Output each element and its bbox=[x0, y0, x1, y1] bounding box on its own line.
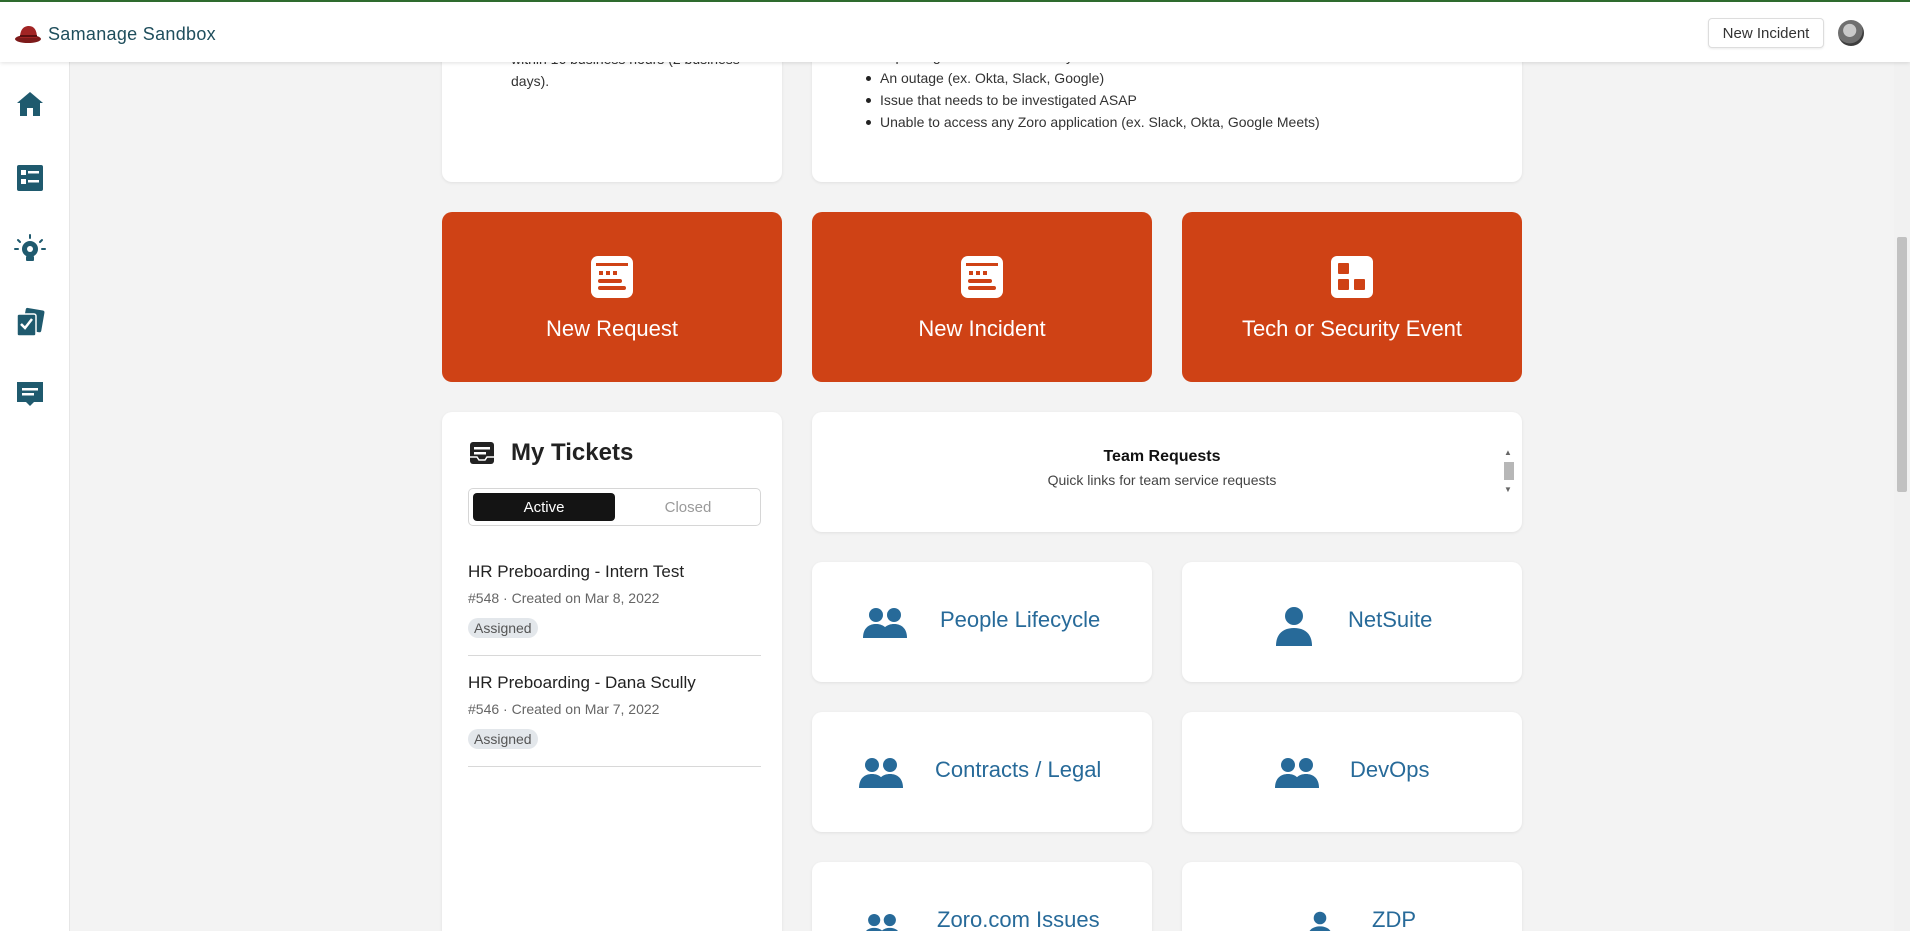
users-icon bbox=[859, 758, 903, 788]
users-icon bbox=[1275, 758, 1319, 788]
home-icon[interactable] bbox=[14, 88, 46, 120]
brand[interactable]: Samanage Sandbox bbox=[14, 23, 216, 45]
criteria-item: Unable to access any Zoro application (e… bbox=[866, 111, 1320, 133]
team-link-devops[interactable]: DevOps bbox=[1182, 712, 1522, 832]
hat-logo-icon bbox=[15, 26, 41, 43]
my-tickets-title: My Tickets bbox=[511, 439, 634, 466]
criteria-item: An outage (ex. Okta, Slack, Google) bbox=[866, 67, 1320, 89]
scroll-up-arrow-icon[interactable]: ▲ bbox=[1504, 448, 1512, 457]
catalog-list-icon[interactable] bbox=[14, 162, 46, 194]
ticket-meta: #546 · Created on Mar 7, 2022 bbox=[468, 701, 660, 717]
tech-security-event-button[interactable]: Tech or Security Event bbox=[1182, 212, 1522, 382]
action-label: Tech or Security Event bbox=[1241, 316, 1463, 341]
ticket-title: HR Preboarding - Dana Scully bbox=[468, 673, 696, 692]
team-link-label: DevOps bbox=[1350, 757, 1430, 782]
grid-icon bbox=[1331, 256, 1373, 298]
form-icon bbox=[961, 256, 1003, 298]
sla-info-line: days). bbox=[511, 73, 550, 89]
criteria-item: Issue that needs to be investigated ASAP bbox=[866, 89, 1320, 111]
scroll-down-arrow-icon[interactable]: ▼ bbox=[1504, 485, 1512, 494]
ticket-item[interactable]: HR Preboarding - Dana Scully #546 · Crea… bbox=[468, 673, 761, 767]
team-link-label: ZDP bbox=[1372, 907, 1416, 931]
team-link-label: Zoro.com Issues bbox=[937, 907, 1100, 931]
new-request-button[interactable]: New Request bbox=[442, 212, 782, 382]
ticket-item[interactable]: HR Preboarding - Intern Test #548 · Crea… bbox=[468, 562, 761, 656]
action-label: New Request bbox=[545, 316, 679, 341]
user-icon bbox=[1276, 607, 1312, 646]
new-incident-button[interactable]: New Incident bbox=[1708, 18, 1824, 48]
ticket-title: HR Preboarding - Intern Test bbox=[468, 562, 685, 581]
team-requests-scrollbar[interactable]: ▲ ▼ bbox=[1502, 448, 1516, 496]
tab-active[interactable]: Active bbox=[473, 493, 615, 521]
sidebar bbox=[0, 62, 70, 931]
scroll-thumb[interactable] bbox=[1504, 462, 1514, 480]
team-link-contracts-legal[interactable]: Contracts / Legal bbox=[812, 712, 1152, 832]
team-link-people-lifecycle[interactable]: People Lifecycle bbox=[812, 562, 1152, 682]
team-link-label: NetSuite bbox=[1348, 607, 1433, 632]
ticket-meta: #548 · Created on Mar 8, 2022 bbox=[468, 590, 660, 606]
tab-closed[interactable]: Closed bbox=[619, 493, 757, 521]
action-label: New Incident bbox=[918, 316, 1046, 341]
user-avatar[interactable] bbox=[1838, 20, 1864, 46]
team-link-zdp[interactable]: ZDP bbox=[1182, 862, 1522, 931]
ticket-status-toggle: Active Closed bbox=[468, 488, 761, 526]
status-badge: Assigned bbox=[468, 729, 538, 749]
page-scrollbar[interactable] bbox=[1894, 62, 1910, 931]
team-link-label: Contracts / Legal bbox=[935, 757, 1102, 782]
team-link-label: People Lifecycle bbox=[940, 607, 1101, 632]
team-link-netsuite[interactable]: NetSuite bbox=[1182, 562, 1522, 682]
page-scroll-thumb[interactable] bbox=[1897, 237, 1907, 492]
inbox-icon bbox=[470, 442, 494, 464]
team-link-zoro-issues[interactable]: Zoro.com Issues bbox=[812, 862, 1152, 931]
app-title: Samanage Sandbox bbox=[48, 23, 216, 44]
lightbulb-icon[interactable] bbox=[14, 234, 46, 266]
team-requests-subtitle: Quick links for team service requests bbox=[1047, 472, 1277, 488]
users-icon bbox=[865, 913, 899, 931]
user-icon bbox=[1309, 911, 1331, 931]
checklist-icon[interactable] bbox=[14, 306, 46, 338]
status-badge: Assigned bbox=[468, 618, 538, 638]
form-icon bbox=[591, 256, 633, 298]
users-icon bbox=[863, 608, 907, 638]
inbox-icon[interactable] bbox=[14, 378, 46, 410]
top-bar: Samanage Sandbox New Incident bbox=[0, 0, 1910, 62]
team-requests-title: Team Requests bbox=[1103, 448, 1221, 465]
new-incident-card-button[interactable]: New Incident bbox=[812, 212, 1152, 382]
